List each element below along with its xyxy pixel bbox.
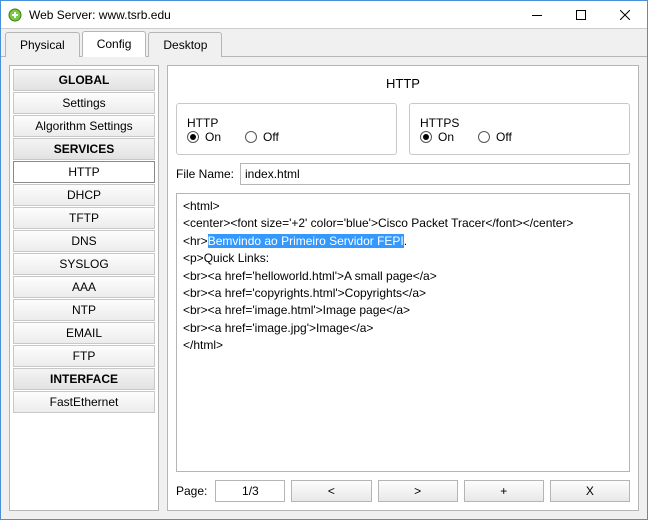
http-on-label: On: [205, 130, 221, 144]
window-buttons: [515, 1, 647, 28]
sidebar-item-dhcp[interactable]: DHCP: [13, 184, 155, 206]
editor-line: <br><a href='copyrights.html'>Copyrights…: [183, 286, 426, 300]
sidebar-item-dns[interactable]: DNS: [13, 230, 155, 252]
app-icon: [7, 7, 23, 23]
editor-line: <br><a href='helloworld.html'>A small pa…: [183, 269, 437, 283]
editor-line: <br><a href='image.html'>Image page</a>: [183, 303, 410, 317]
https-off-label: Off: [496, 130, 512, 144]
editor-selection: Bemvindo ao Primeiro Servidor FEPI: [208, 234, 404, 248]
http-group: HTTP On Off: [176, 103, 397, 155]
editor-line: </html>: [183, 338, 223, 352]
sidebar-header-interface: INTERFACE: [13, 368, 155, 390]
pager-count: 1/3: [215, 480, 285, 502]
filename-row: File Name:: [176, 163, 630, 185]
protocol-row: HTTP On Off HTTPS On Off: [176, 103, 630, 155]
https-on-radio[interactable]: On: [420, 130, 454, 144]
sidebar-item-tftp[interactable]: TFTP: [13, 207, 155, 229]
minimize-button[interactable]: [515, 1, 559, 28]
editor-line: <center><font size='+2' color='blue'>Cis…: [183, 216, 573, 230]
pager: Page: 1/3 < > + X: [176, 480, 630, 502]
sidebar-header-services: SERVICES: [13, 138, 155, 160]
sidebar-item-aaa[interactable]: AAA: [13, 276, 155, 298]
https-group: HTTPS On Off: [409, 103, 630, 155]
sidebar-item-fastethernet[interactable]: FastEthernet: [13, 391, 155, 413]
filename-input[interactable]: [240, 163, 630, 185]
sidebar-item-settings[interactable]: Settings: [13, 92, 155, 114]
sidebar-item-http[interactable]: HTTP: [13, 161, 155, 183]
window-title: Web Server: www.tsrb.edu: [29, 8, 515, 22]
pager-prev-button[interactable]: <: [291, 480, 371, 502]
sidebar-item-ntp[interactable]: NTP: [13, 299, 155, 321]
main-tabs: Physical Config Desktop: [1, 29, 647, 57]
https-on-label: On: [438, 130, 454, 144]
app-window: Web Server: www.tsrb.edu Physical Config…: [0, 0, 648, 520]
http-off-label: Off: [263, 130, 279, 144]
pager-next-button[interactable]: >: [378, 480, 458, 502]
titlebar: Web Server: www.tsrb.edu: [1, 1, 647, 29]
https-legend: HTTPS: [420, 116, 459, 130]
editor-line: <p>Quick Links:: [183, 251, 269, 265]
tab-config[interactable]: Config: [82, 31, 147, 57]
sidebar-header-global: GLOBAL: [13, 69, 155, 91]
editor-line: <br><a href='image.jpg'>Image</a>: [183, 321, 373, 335]
editor-line: <hr>: [183, 234, 208, 248]
radio-icon: [187, 131, 199, 143]
pager-label: Page:: [176, 484, 209, 498]
maximize-button[interactable]: [559, 1, 603, 28]
body: GLOBAL Settings Algorithm Settings SERVI…: [1, 57, 647, 519]
pager-delete-button[interactable]: X: [550, 480, 630, 502]
pager-add-button[interactable]: +: [464, 480, 544, 502]
sidebar: GLOBAL Settings Algorithm Settings SERVI…: [9, 65, 159, 511]
http-on-radio[interactable]: On: [187, 130, 221, 144]
radio-icon: [420, 131, 432, 143]
sidebar-item-ftp[interactable]: FTP: [13, 345, 155, 367]
config-pane: HTTP HTTP On Off HTTPS On Off: [167, 65, 639, 511]
editor-line: .: [404, 234, 407, 248]
pane-title: HTTP: [176, 74, 630, 95]
https-off-radio[interactable]: Off: [478, 130, 512, 144]
tab-physical[interactable]: Physical: [5, 32, 80, 57]
sidebar-item-algorithm-settings[interactable]: Algorithm Settings: [13, 115, 155, 137]
html-editor[interactable]: <html> <center><font size='+2' color='bl…: [176, 193, 630, 472]
tab-desktop[interactable]: Desktop: [148, 32, 222, 57]
editor-line: <html>: [183, 199, 220, 213]
sidebar-item-syslog[interactable]: SYSLOG: [13, 253, 155, 275]
close-button[interactable]: [603, 1, 647, 28]
radio-icon: [478, 131, 490, 143]
http-off-radio[interactable]: Off: [245, 130, 279, 144]
http-legend: HTTP: [187, 116, 218, 130]
sidebar-item-email[interactable]: EMAIL: [13, 322, 155, 344]
radio-icon: [245, 131, 257, 143]
filename-label: File Name:: [176, 167, 234, 181]
